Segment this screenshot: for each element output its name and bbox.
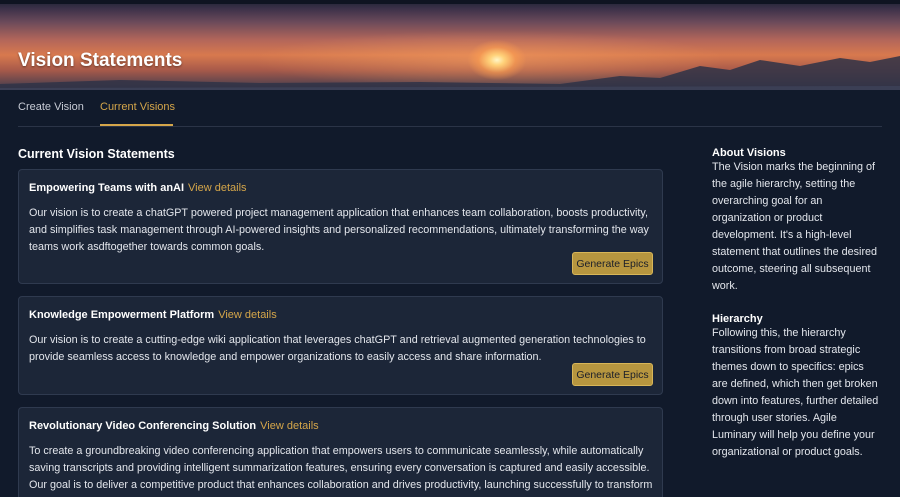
mountains-image — [0, 56, 900, 90]
vision-card-description: Our vision is to create a chatGPT powere… — [29, 207, 649, 253]
vision-card-title: Knowledge Empowerment Platform — [29, 309, 215, 321]
vision-card-description: Our vision is to create a cutting-edge w… — [29, 334, 646, 363]
page-title: Vision Statements — [18, 50, 183, 71]
info-sidebar: About Visions The Vision marks the begin… — [712, 147, 882, 461]
hierarchy-text: Following this, the hierarchy transition… — [712, 327, 879, 458]
hierarchy-heading: Hierarchy — [712, 313, 763, 325]
section-title: Current Vision Statements — [18, 147, 175, 161]
vision-card-title: Revolutionary Video Conferencing Solutio… — [29, 420, 257, 432]
active-tab-indicator — [100, 124, 173, 126]
vision-card-title: Empowering Teams with anAI — [29, 182, 185, 194]
tab-create-vision[interactable]: Create Vision — [18, 101, 84, 113]
view-details-link[interactable]: View details — [218, 309, 277, 321]
generate-epics-button[interactable]: Generate Epics — [572, 252, 653, 275]
vision-card: Revolutionary Video Conferencing Solutio… — [18, 407, 663, 497]
hero-banner: Vision Statements — [0, 0, 900, 90]
view-details-link[interactable]: View details — [260, 420, 319, 432]
tab-current-visions[interactable]: Current Visions — [100, 101, 175, 113]
generate-epics-button[interactable]: Generate Epics — [572, 363, 653, 386]
about-visions-text: The Vision marks the beginning of the ag… — [712, 161, 878, 292]
vision-card-description: To create a groundbreaking video confere… — [29, 445, 653, 497]
view-details-link[interactable]: View details — [188, 182, 247, 194]
vision-card: Empowering Teams with anAI View details O… — [18, 169, 663, 284]
about-visions-heading: About Visions — [712, 147, 786, 159]
vision-card: Knowledge Empowerment Platform View detai… — [18, 296, 663, 395]
tab-bar: Create Vision Current Visions — [18, 90, 882, 127]
